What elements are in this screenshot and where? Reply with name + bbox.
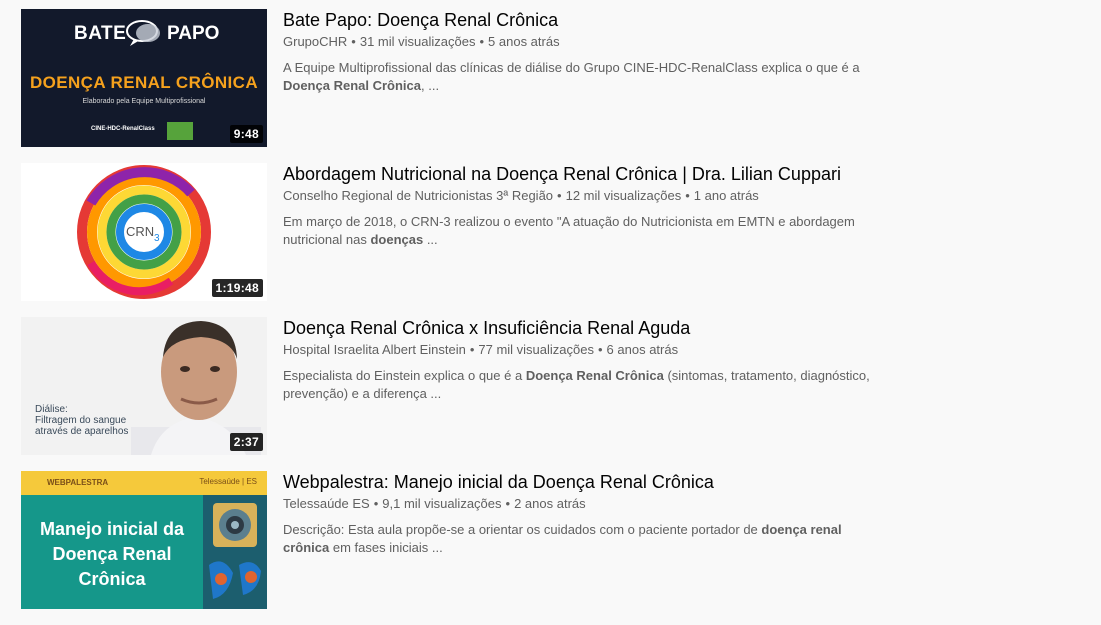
thumb-brand-left: BATE — [74, 23, 127, 44]
duration-badge: 2:37 — [229, 433, 263, 451]
video-info: Doença Renal Crônica x Insuficiência Ren… — [283, 317, 883, 455]
video-info: Bate Papo: Doença Renal Crônica GrupoCHR… — [283, 9, 883, 147]
separator-dot: • — [597, 342, 603, 357]
description-highlight: Doença Renal Crônica — [283, 78, 421, 93]
video-meta: Telessaúde ES • 9,1 mil visualizações • 2 an… — [283, 495, 883, 513]
separator-dot: • — [469, 342, 475, 357]
thumb-logo-text: CINE-HDC-RenalClass — [91, 126, 155, 132]
view-count: 9,1 mil visualizações — [382, 496, 502, 511]
headline-line: Doença Renal — [52, 544, 172, 564]
thumb-brand-right: PAPO — [167, 23, 220, 44]
description-text: Especialista do Einstein explica o que é… — [283, 368, 526, 383]
description-text: A Equipe Multiprofissional das clínicas … — [283, 60, 860, 75]
thumb-logo-badge — [167, 122, 193, 140]
video-thumbnail[interactable]: BATE PAPO DOENÇA RENAL CRÔNICA Elaborado… — [21, 9, 267, 147]
thumb-headline: Manejo inicial da Doença Renal Crônica — [21, 517, 203, 592]
video-description: Especialista do Einstein explica o que é… — [283, 367, 883, 403]
separator-dot: • — [557, 188, 562, 203]
video-thumbnail[interactable]: CRN 3 1:19:48 — [21, 163, 267, 301]
separator-dot: • — [685, 188, 690, 203]
channel-name[interactable]: GrupoCHR — [283, 34, 347, 49]
view-count: 12 mil visualizações — [565, 188, 682, 203]
video-thumbnail[interactable]: WEBPALESTRA Telessaúde | ES Manejo inici… — [21, 471, 267, 609]
upload-age: 2 anos atrás — [514, 496, 586, 511]
chat-bubble-icon — [126, 20, 160, 46]
search-results: BATE PAPO DOENÇA RENAL CRÔNICA Elaborado… — [21, 9, 1081, 625]
description-text: , ... — [421, 78, 440, 93]
thumb-top-bar: WEBPALESTRA Telessaúde | ES — [21, 471, 267, 495]
channel-name[interactable]: Hospital Israelita Albert Einstein — [283, 342, 466, 357]
video-description: Descrição: Esta aula propõe-se a orienta… — [283, 521, 883, 557]
upload-age: 6 anos atrás — [606, 342, 679, 357]
video-result[interactable]: WEBPALESTRA Telessaúde | ES Manejo inici… — [21, 471, 1081, 609]
video-result[interactable]: Diálise: Filtragem do sangue através de … — [21, 317, 1081, 455]
separator-dot: • — [351, 34, 356, 49]
description-text: Descrição: Esta aula propõe-se a orienta… — [283, 522, 762, 537]
upload-age: 1 ano atrás — [693, 188, 759, 203]
eye-illustration-icon — [209, 503, 261, 599]
caption-line: Filtragem do sangue — [35, 415, 127, 426]
description-highlight: Doença Renal Crônica — [525, 368, 664, 383]
view-count: 31 mil visualizações — [359, 34, 476, 49]
video-result[interactable]: BATE PAPO DOENÇA RENAL CRÔNICA Elaborado… — [21, 9, 1081, 147]
video-thumbnail[interactable]: Diálise: Filtragem do sangue através de … — [21, 317, 267, 455]
crn-logo-number: 3 — [154, 233, 160, 244]
video-meta: GrupoCHR • 31 mil visualizações • 5 anos atr… — [283, 33, 883, 51]
thumb-top-brand: Telessaúde | ES — [199, 477, 257, 486]
separator-dot: • — [373, 496, 379, 511]
video-meta: Conselho Regional de Nutricionistas 3ª R… — [283, 187, 883, 205]
video-result[interactable]: CRN 3 1:19:48 Abordagem Nutricional na D… — [21, 163, 1081, 301]
channel-name[interactable]: Conselho Regional de Nutricionistas 3ª R… — [283, 188, 553, 203]
upload-age: 5 anos atrás — [488, 34, 560, 49]
headline-line: Manejo inicial da — [39, 519, 185, 539]
video-description: A Equipe Multiprofissional das clínicas … — [283, 59, 883, 95]
video-info: Webpalestra: Manejo inicial da Doença Re… — [283, 471, 883, 609]
description-highlight: doenças — [370, 232, 424, 247]
video-title[interactable]: Abordagem Nutricional na Doença Renal Cr… — [283, 163, 883, 185]
crn-logo-text: CRN — [126, 224, 154, 239]
caption-line: Diálise: — [35, 404, 68, 415]
video-title[interactable]: Doença Renal Crônica x Insuficiência Ren… — [283, 317, 883, 339]
description-text: Em março de 2018, o CRN-3 realizou o eve… — [283, 214, 855, 247]
separator-dot: • — [479, 34, 485, 49]
caption-line: através de aparelhos — [35, 426, 129, 437]
thumb-headline: DOENÇA RENAL CRÔNICA — [29, 73, 259, 92]
thumb-subtitle: Elaborado pela Equipe Multiprofissional — [82, 98, 206, 105]
channel-name[interactable]: Telessaúde ES — [283, 496, 370, 511]
description-text: ... — [423, 232, 438, 247]
duration-badge: 1:19:48 — [211, 279, 263, 297]
video-title[interactable]: Webpalestra: Manejo inicial da Doença Re… — [283, 471, 883, 493]
video-info: Abordagem Nutricional na Doença Renal Cr… — [283, 163, 883, 301]
thumb-side-panel — [203, 495, 267, 609]
view-count: 77 mil visualizações — [478, 342, 594, 357]
description-text: em fases iniciais ... — [329, 540, 443, 555]
thumb-top-label: WEBPALESTRA — [47, 478, 109, 487]
video-meta: Hospital Israelita Albert Einstein • 77 mi… — [283, 341, 883, 359]
headline-line: Crônica — [78, 569, 146, 589]
thumb-caption: Diálise: Filtragem do sangue através de … — [35, 404, 128, 437]
duration-badge: 9:48 — [229, 125, 263, 143]
video-description: Em março de 2018, o CRN-3 realizou o eve… — [283, 213, 883, 249]
video-title[interactable]: Bate Papo: Doença Renal Crônica — [283, 9, 883, 31]
separator-dot: • — [505, 496, 511, 511]
